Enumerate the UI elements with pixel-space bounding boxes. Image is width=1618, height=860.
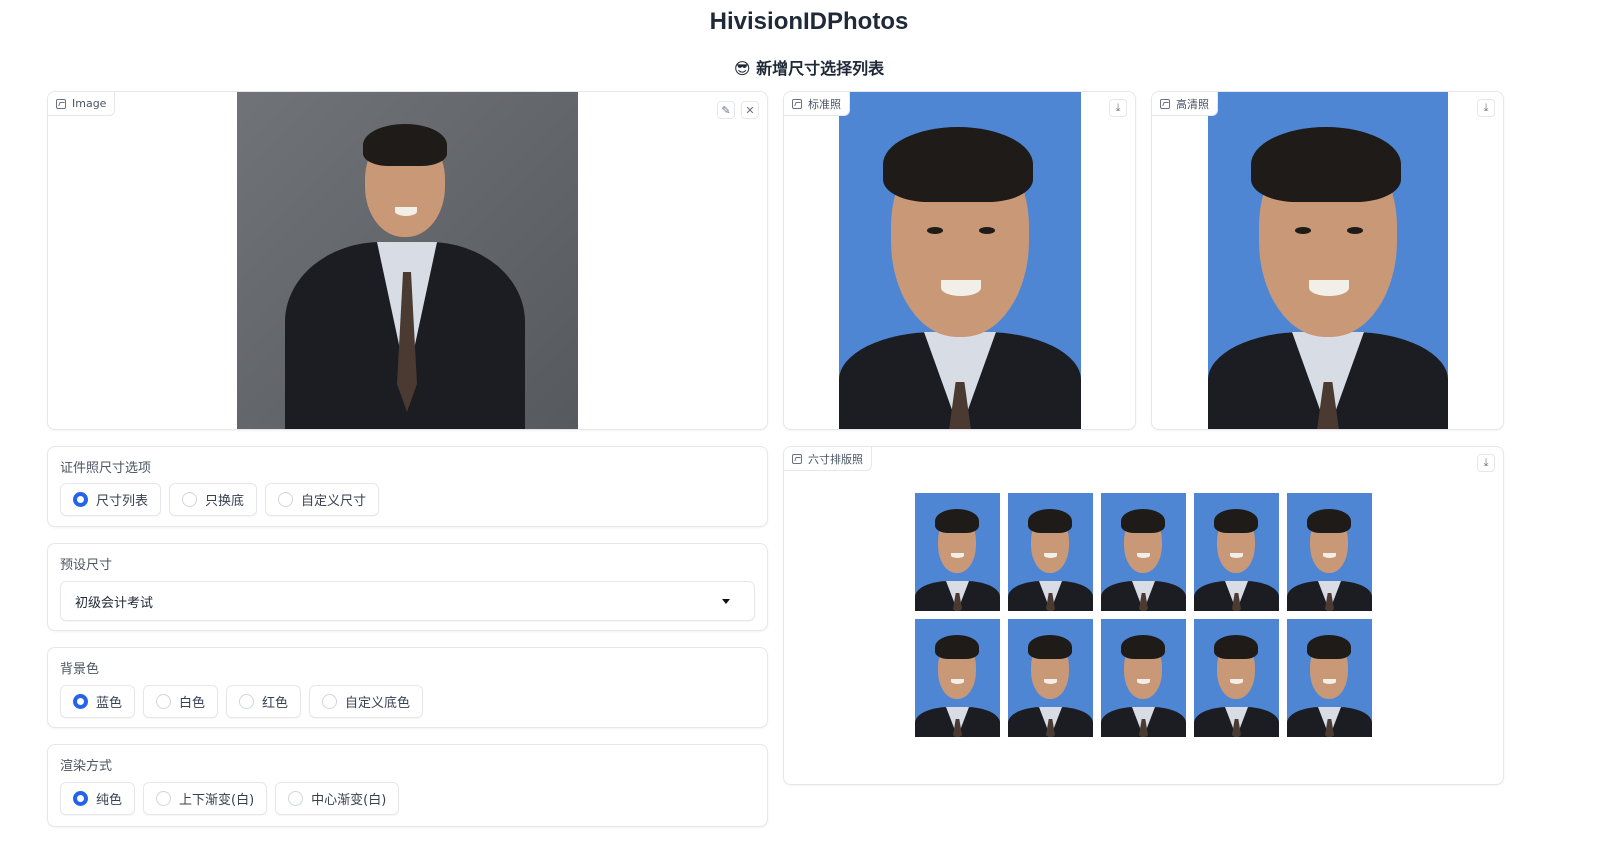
bg-option-custom[interactable]: 自定义底色 [309,685,424,718]
bg-option-blue[interactable]: 蓝色 [60,685,136,718]
pencil-icon[interactable]: ✎ [717,101,735,119]
background-color-group: 蓝色 白色 红色 自定义底色 [60,685,424,718]
download-icon[interactable]: ⤓ [1477,99,1495,117]
size-options-label: 证件照尺寸选项 [60,461,152,476]
size-option-bg-only[interactable]: 只换底 [169,483,258,516]
size-option-custom[interactable]: 自定义尺寸 [265,483,380,516]
app-title: HivisionIDPhotos [709,8,909,35]
render-option-solid[interactable]: 纯色 [60,782,136,815]
layout-mini-photo [1287,619,1372,737]
layout-mini-photo [1194,619,1279,737]
background-color-panel: 背景色 蓝色 白色 红色 自定义底色 [47,647,768,728]
standard-photo-panel[interactable]: 标准照 ⤓ [783,91,1136,430]
preset-size-dropdown[interactable]: 初级会计考试 [60,581,755,621]
hd-photo [1208,92,1448,429]
image-icon [56,98,66,109]
radio-unchecked-icon[interactable] [322,694,338,709]
layout-photo-grid [915,493,1372,737]
layout-mini-photo [1287,493,1372,611]
layout-mini-photo [1008,493,1093,611]
size-options-group: 尺寸列表 只换底 自定义尺寸 [60,483,380,516]
radio-checked-icon[interactable] [73,694,88,709]
render-mode-panel: 渲染方式 纯色 上下渐变(白) 中心渐变(白) [47,744,768,827]
layout-mini-photo [915,619,1000,737]
standard-photo [839,92,1081,429]
download-icon[interactable]: ⤓ [1109,99,1127,117]
image-icon [1160,98,1170,109]
radio-unchecked-icon[interactable] [182,492,198,507]
render-option-center-gradient[interactable]: 中心渐变(白) [275,782,400,815]
chevron-down-icon[interactable] [722,599,730,604]
render-mode-label: 渲染方式 [60,759,113,774]
standard-photo-label-tag: 标准照 [784,92,850,116]
layout-mini-photo [1101,493,1186,611]
preset-size-value: 初级会计考试 [75,595,154,611]
standard-photo-label: 标准照 [808,97,841,111]
layout-mini-photo [1194,493,1279,611]
render-option-vertical-gradient[interactable]: 上下渐变(白) [143,782,268,815]
layout-photo-label-tag: 六寸排版照 [784,447,872,471]
layout-photo-label: 六寸排版照 [808,452,863,466]
input-photo [237,92,578,429]
render-mode-group: 纯色 上下渐变(白) 中心渐变(白) [60,782,400,815]
radio-unchecked-icon[interactable] [239,694,255,709]
preset-size-panel: 预设尺寸 初级会计考试 [47,543,768,631]
radio-checked-icon[interactable] [73,492,88,507]
radio-unchecked-icon[interactable] [278,492,294,507]
hd-photo-panel[interactable]: 高清照 ⤓ [1151,91,1504,430]
size-option-list[interactable]: 尺寸列表 [60,483,162,516]
layout-mini-photo [915,493,1000,611]
background-color-label: 背景色 [60,662,100,677]
input-image-label: Image [72,97,107,110]
image-icon [792,453,802,464]
input-image-panel[interactable]: Image ✎ ✕ [47,91,768,430]
bg-option-white[interactable]: 白色 [143,685,219,718]
hd-photo-label-tag: 高清照 [1152,92,1218,116]
preset-size-label: 预设尺寸 [60,558,113,573]
input-image-label-tag: Image [48,92,116,116]
image-icon [792,98,802,109]
layout-photo-panel[interactable]: 六寸排版照 ⤓ [783,446,1504,785]
radio-checked-icon[interactable] [73,791,88,806]
layout-mini-photo [1101,619,1186,737]
size-options-panel: 证件照尺寸选项 尺寸列表 只换底 自定义尺寸 [47,446,768,527]
radio-unchecked-icon[interactable] [156,791,172,806]
page-subtitle: 😎 新增尺寸选择列表 [733,59,885,78]
hd-photo-label: 高清照 [1176,97,1209,111]
radio-unchecked-icon[interactable] [156,694,172,709]
close-icon[interactable]: ✕ [741,101,759,119]
layout-mini-photo [1008,619,1093,737]
download-icon[interactable]: ⤓ [1477,454,1495,472]
radio-unchecked-icon[interactable] [288,791,304,806]
bg-option-red[interactable]: 红色 [226,685,302,718]
